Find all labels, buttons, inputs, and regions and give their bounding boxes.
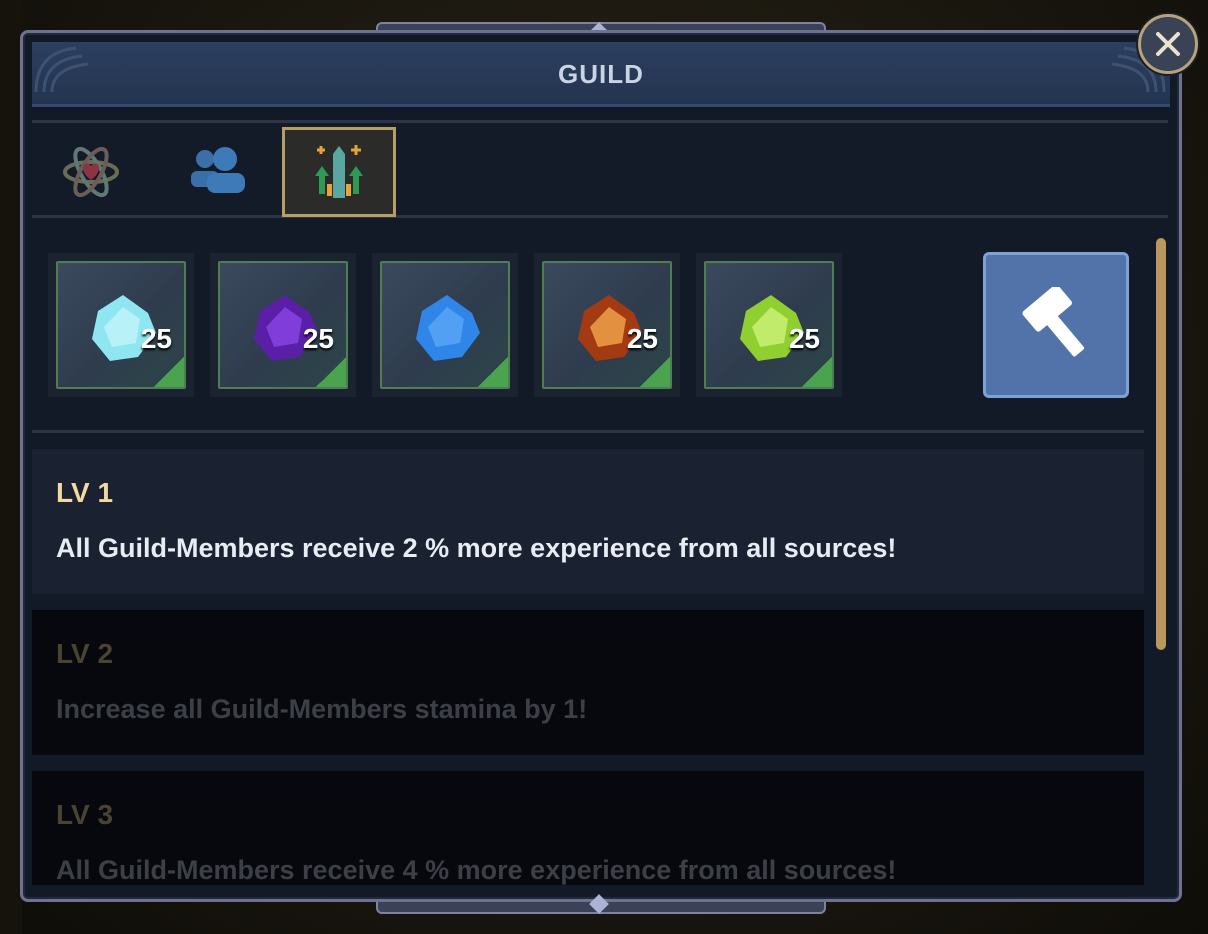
panel-header: GUILD	[32, 42, 1170, 107]
resource-count: 25	[788, 323, 820, 354]
close-button[interactable]	[1138, 14, 1198, 74]
background	[0, 0, 22, 934]
resource-slot	[372, 253, 518, 397]
resource-slot-button[interactable]	[380, 261, 510, 389]
resource-count: 25	[626, 323, 658, 354]
hammer-icon	[1022, 287, 1085, 357]
corner-ornament-left	[34, 46, 89, 93]
tab-perks[interactable]	[34, 127, 148, 217]
level-description: All Guild-Members receive 4 % more exper…	[56, 855, 897, 885]
resource-count: 25	[302, 323, 334, 354]
resource-slot: 25	[48, 253, 194, 397]
level-row-locked: LV 3 All Guild-Members receive 4 % more …	[32, 771, 1144, 885]
resource-slot-button[interactable]: 25	[704, 261, 834, 389]
tab-members[interactable]	[160, 127, 274, 217]
blue-crystal-icon	[416, 295, 480, 361]
members-icon	[191, 147, 245, 193]
tab-upgrades[interactable]	[282, 127, 396, 217]
scrollbar-thumb[interactable]	[1156, 238, 1166, 650]
level-description: All Guild-Members receive 2 % more exper…	[56, 533, 897, 563]
resource-slot-button[interactable]: 25	[542, 261, 672, 389]
resource-slot: 25	[210, 253, 356, 397]
resource-slot: 25	[534, 253, 680, 397]
level-description: Increase all Guild-Members stamina by 1!	[56, 694, 588, 724]
level-row-unlocked: LV 1 All Guild-Members receive 2 % more …	[32, 449, 1144, 594]
upgrade-arrows-icon	[315, 145, 363, 198]
level-label: LV 1	[56, 477, 114, 508]
upgrade-button[interactable]	[983, 252, 1129, 398]
resource-slot: 25	[696, 253, 842, 397]
panel-title: GUILD	[558, 59, 644, 89]
level-label: LV 3	[56, 799, 114, 830]
resource-slot-button[interactable]: 25	[56, 261, 186, 389]
resource-slot-button[interactable]: 25	[218, 261, 348, 389]
atom-heart-icon	[63, 146, 119, 198]
level-row-locked: LV 2 Increase all Guild-Members stamina …	[32, 610, 1144, 755]
level-label: LV 2	[56, 638, 114, 669]
close-icon	[1156, 32, 1180, 56]
resource-count: 25	[140, 323, 172, 354]
section-divider	[32, 430, 1144, 433]
tab-bar	[32, 120, 1168, 218]
